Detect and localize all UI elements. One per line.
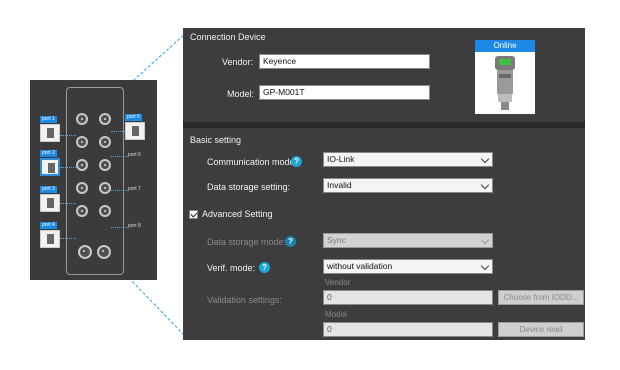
model-field[interactable]: GP-M001T	[259, 85, 430, 100]
port-connector	[76, 136, 88, 148]
help-icon[interactable]: ?	[259, 262, 270, 273]
port-connection-line	[111, 131, 125, 132]
section-divider	[183, 122, 585, 128]
online-status-badge: Online	[475, 40, 535, 52]
port-connector	[99, 182, 111, 194]
validation-vendor-field[interactable]: 0	[323, 290, 493, 305]
communication-mode-value: IO-Link	[327, 154, 355, 164]
communication-mode-label: Communication mode:	[207, 157, 298, 167]
sensor-thumbnail-1[interactable]	[40, 124, 60, 142]
vendor-label: Vendor:	[222, 57, 254, 67]
port-tag-4[interactable]: port 4	[40, 222, 57, 229]
io-link-master-device	[66, 87, 124, 275]
port-tag-3[interactable]: port 3	[40, 186, 57, 193]
port-label-8[interactable]: port 8	[128, 223, 141, 230]
port-connector	[76, 159, 88, 171]
port-connector	[99, 136, 111, 148]
port-label-7[interactable]: port 7	[128, 186, 141, 193]
model-caption: Model	[325, 310, 347, 319]
port-connector	[99, 113, 111, 125]
model-label: Model:	[227, 89, 255, 99]
port-connection-line	[111, 227, 128, 228]
data-storage-mode-select[interactable]: Sync	[323, 233, 493, 248]
vendor-caption: Vendor	[325, 278, 351, 287]
port-connection-line	[60, 203, 76, 204]
communication-mode-select[interactable]: IO-Link	[323, 152, 493, 167]
data-storage-setting-select[interactable]: Invalid	[323, 178, 493, 193]
sensor-thumbnail-3[interactable]	[40, 194, 60, 212]
port-tag-1[interactable]: port 1	[40, 116, 57, 123]
advanced-setting-checkbox[interactable]	[189, 210, 198, 219]
help-icon[interactable]: ?	[285, 236, 296, 247]
port-connection-line	[111, 190, 128, 191]
validation-settings-label: Validation settings:	[207, 295, 282, 305]
device-image	[475, 52, 535, 114]
port-connector	[99, 159, 111, 171]
port-connection-line	[111, 156, 128, 157]
port-connector	[76, 182, 88, 194]
sensor-thumbnail-5[interactable]	[125, 122, 145, 140]
sensor-thumbnail-4[interactable]	[40, 230, 60, 248]
data-storage-mode-label: Data storage mode:	[207, 237, 287, 247]
data-storage-mode-value: Sync	[327, 235, 346, 245]
connection-device-title: Connection Device	[190, 32, 266, 42]
data-storage-setting-label: Data storage setting:	[207, 182, 291, 192]
choose-from-iodd-button[interactable]: Choose from IODD...	[498, 290, 584, 305]
port-connector	[76, 113, 88, 125]
port-tag-2[interactable]: port 2	[40, 150, 57, 157]
verif-mode-value: without validation	[327, 261, 393, 271]
port-connector	[99, 205, 111, 217]
validation-model-field[interactable]: 0	[323, 322, 493, 337]
port-connector	[76, 205, 88, 217]
chevron-down-icon	[480, 154, 490, 164]
sensor-thumbnail-2[interactable]	[40, 158, 60, 176]
port-connector	[97, 245, 111, 259]
chevron-down-icon	[480, 235, 490, 245]
port-connector	[78, 245, 92, 259]
vendor-field[interactable]: Keyence	[259, 54, 430, 69]
verif-mode-label: Verif. mode:	[207, 263, 256, 273]
port-connection-line	[60, 167, 76, 168]
port-label-6[interactable]: port 6	[128, 152, 141, 159]
pressure-sensor-icon	[495, 56, 515, 110]
port-connection-line	[60, 238, 76, 239]
basic-setting-title: Basic setting	[190, 135, 242, 145]
port-connection-line	[60, 135, 76, 136]
help-icon[interactable]: ?	[291, 156, 302, 167]
device-read-button[interactable]: Device read	[498, 322, 584, 337]
chevron-down-icon	[480, 180, 490, 190]
verif-mode-select[interactable]: without validation	[323, 259, 493, 274]
chevron-down-icon	[480, 261, 490, 271]
port-tag-5[interactable]: port 5	[125, 114, 142, 121]
advanced-setting-label: Advanced Setting	[202, 209, 273, 219]
data-storage-setting-value: Invalid	[327, 180, 352, 190]
